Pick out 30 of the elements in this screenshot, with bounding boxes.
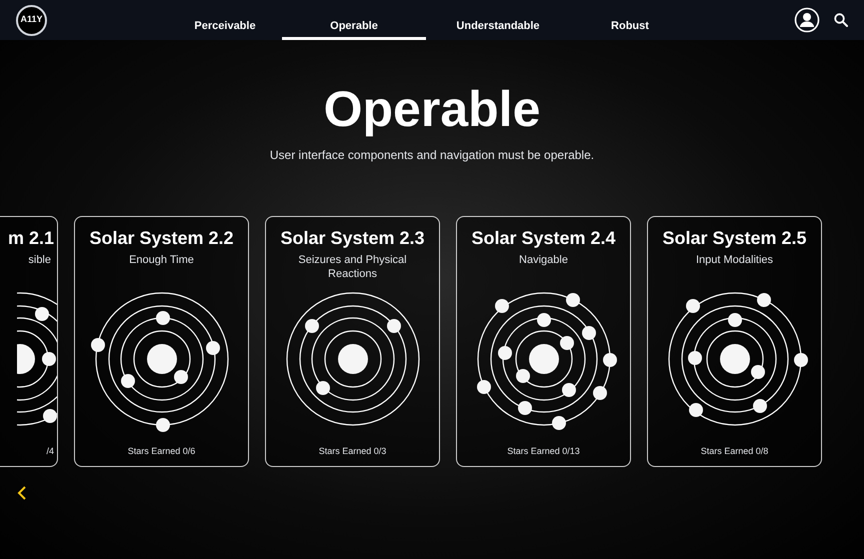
chevron-left-icon[interactable] — [17, 485, 27, 501]
page-title: Operable — [324, 82, 540, 136]
card-title: Solar System 2.5 — [662, 227, 807, 250]
nav-tab[interactable]: Understandable — [426, 18, 570, 40]
nav-tab[interactable]: Perceivable — [168, 18, 282, 40]
level-card[interactable]: Solar System 2.3 Seizures and Physical Reactions Stars Earned 0/3 — [265, 216, 440, 467]
card-title: m 2.1 — [8, 227, 55, 250]
level-card[interactable]: Solar System 2.5 Input Modalities Stars Earned 0/8 — [647, 216, 822, 467]
nav-tab[interactable]: Operable — [282, 18, 426, 40]
level-card[interactable]: Solar System 2.4 Navigable Stars Earned 0/13 — [456, 216, 631, 467]
card-title: Solar System 2.4 — [471, 227, 616, 250]
stars-earned-label: /4 — [46, 444, 55, 458]
card-title: Solar System 2.2 — [89, 227, 234, 250]
search-icon[interactable] — [834, 13, 848, 27]
page-subtitle: User interface components and navigation must be operable. — [270, 147, 594, 164]
stars-earned-label: Stars Earned 0/13 — [507, 444, 580, 458]
nav-tab[interactable]: Robust — [570, 18, 690, 40]
level-card[interactable]: m 2.1 sible /4 — [0, 216, 58, 467]
level-card[interactable]: Solar System 2.2 Enough Time Stars Earned 0/6 — [74, 216, 249, 467]
card-subtitle: Enough Time — [128, 253, 195, 268]
stars-earned-label: Stars Earned 0/3 — [318, 444, 386, 458]
card-subtitle: Navigable — [518, 253, 569, 268]
stars-earned-label: Stars Earned 0/6 — [128, 444, 196, 458]
logo[interactable]: A11Y — [16, 4, 47, 36]
stars-earned-label: Stars Earned 0/8 — [700, 444, 768, 458]
card-title: Solar System 2.3 — [280, 227, 425, 250]
profile-icon[interactable] — [794, 7, 820, 33]
card-subtitle: Input Modalities — [694, 253, 774, 268]
card-subtitle: sible — [28, 253, 52, 268]
card-subtitle: Seizures and Physical Reactions — [297, 253, 408, 281]
